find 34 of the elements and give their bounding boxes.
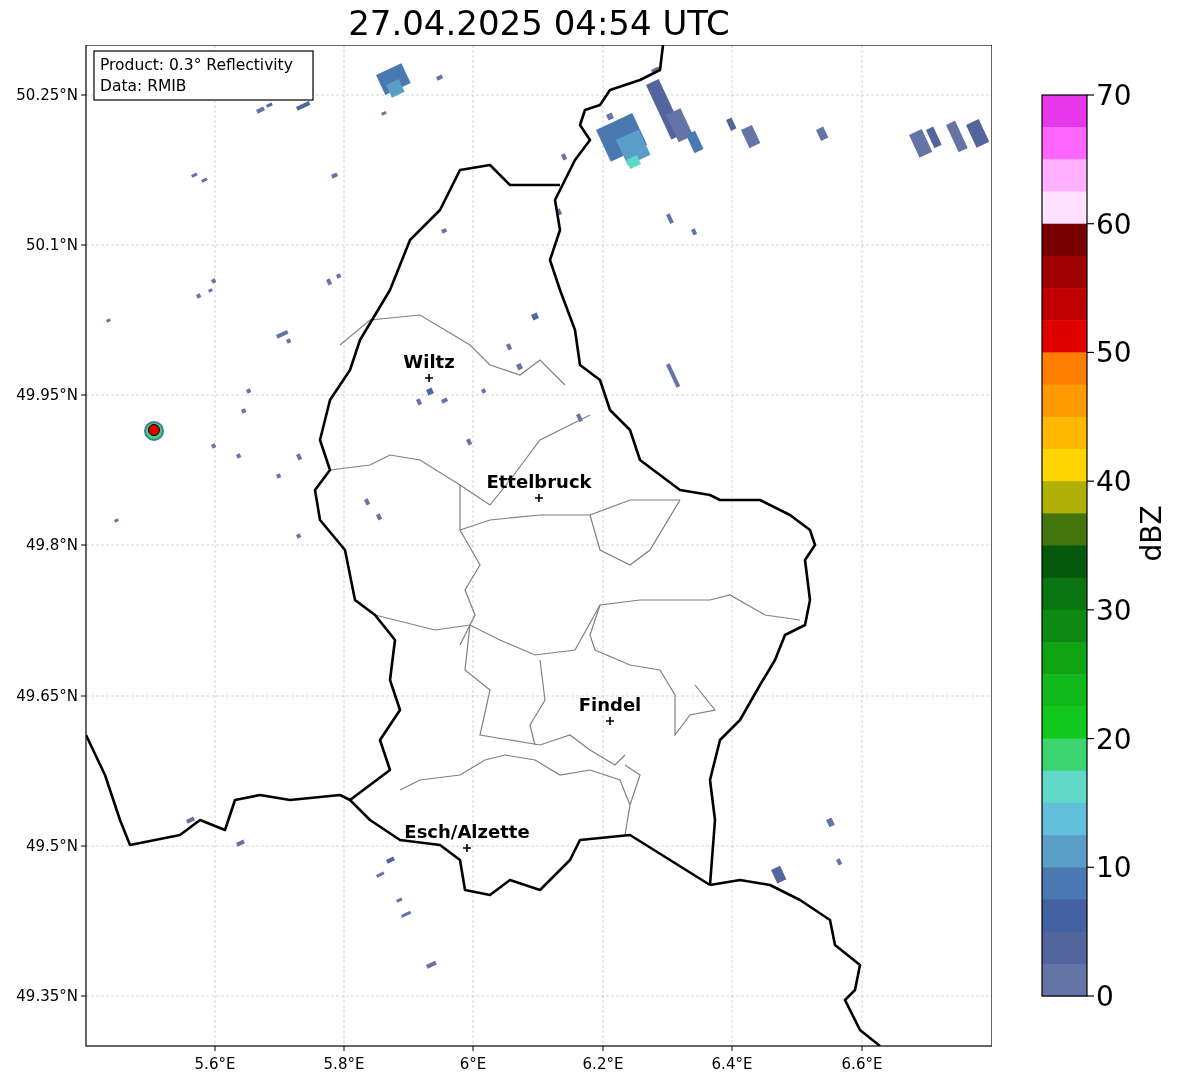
radar-site-dot: [148, 424, 160, 436]
x-tick-label: 5.6°E: [194, 1055, 236, 1073]
y-tick-label: 49.65°N: [16, 687, 78, 705]
colorbar-tick-label: 30: [1096, 593, 1132, 627]
info-text: Product: 0.3° Reflectivity: [100, 56, 293, 74]
y-tick-label: 50.25°N: [16, 86, 78, 104]
x-tick-label: 6.4°E: [711, 1055, 753, 1073]
place-label: Findel: [578, 694, 642, 715]
colorbar-tick-label: 50: [1096, 336, 1132, 370]
x-tick-label: 5.8°E: [323, 1055, 365, 1073]
colorbar-tick-label: 20: [1096, 722, 1132, 756]
y-tick-label: 49.35°N: [16, 987, 78, 1005]
colorbar-tick-label: 40: [1096, 465, 1132, 499]
x-tick-label: 6°E: [459, 1055, 487, 1073]
colorbar-label: dBZ: [1135, 505, 1168, 562]
x-tick-label: 6.2°E: [582, 1055, 624, 1073]
place-label: Wiltz: [403, 351, 455, 372]
y-tick-label: 49.95°N: [16, 386, 78, 404]
colorbar-tick-label: 60: [1096, 207, 1132, 241]
place-label: Esch/Alzette: [404, 821, 530, 842]
cross-marker-icon: [424, 373, 434, 383]
chart-title: 27.04.2025 04:54 UTC: [347, 1, 731, 45]
info-text: Data: RMIB: [100, 77, 187, 95]
colorbar-tick-label: 0: [1096, 980, 1114, 1013]
place-label: Ettelbruck: [486, 471, 592, 492]
colorbar-tick-label: 70: [1096, 80, 1132, 112]
colorbar-tick-label: 10: [1096, 851, 1132, 885]
y-tick-label: 49.8°N: [25, 536, 78, 554]
cross-marker-icon: [462, 843, 472, 853]
y-tick-label: 49.5°N: [25, 837, 78, 855]
x-tick-label: 6.6°E: [841, 1055, 883, 1073]
cross-marker-icon: [605, 716, 615, 726]
y-tick-label: 50.1°N: [25, 236, 78, 254]
cross-marker-icon: [534, 493, 544, 503]
